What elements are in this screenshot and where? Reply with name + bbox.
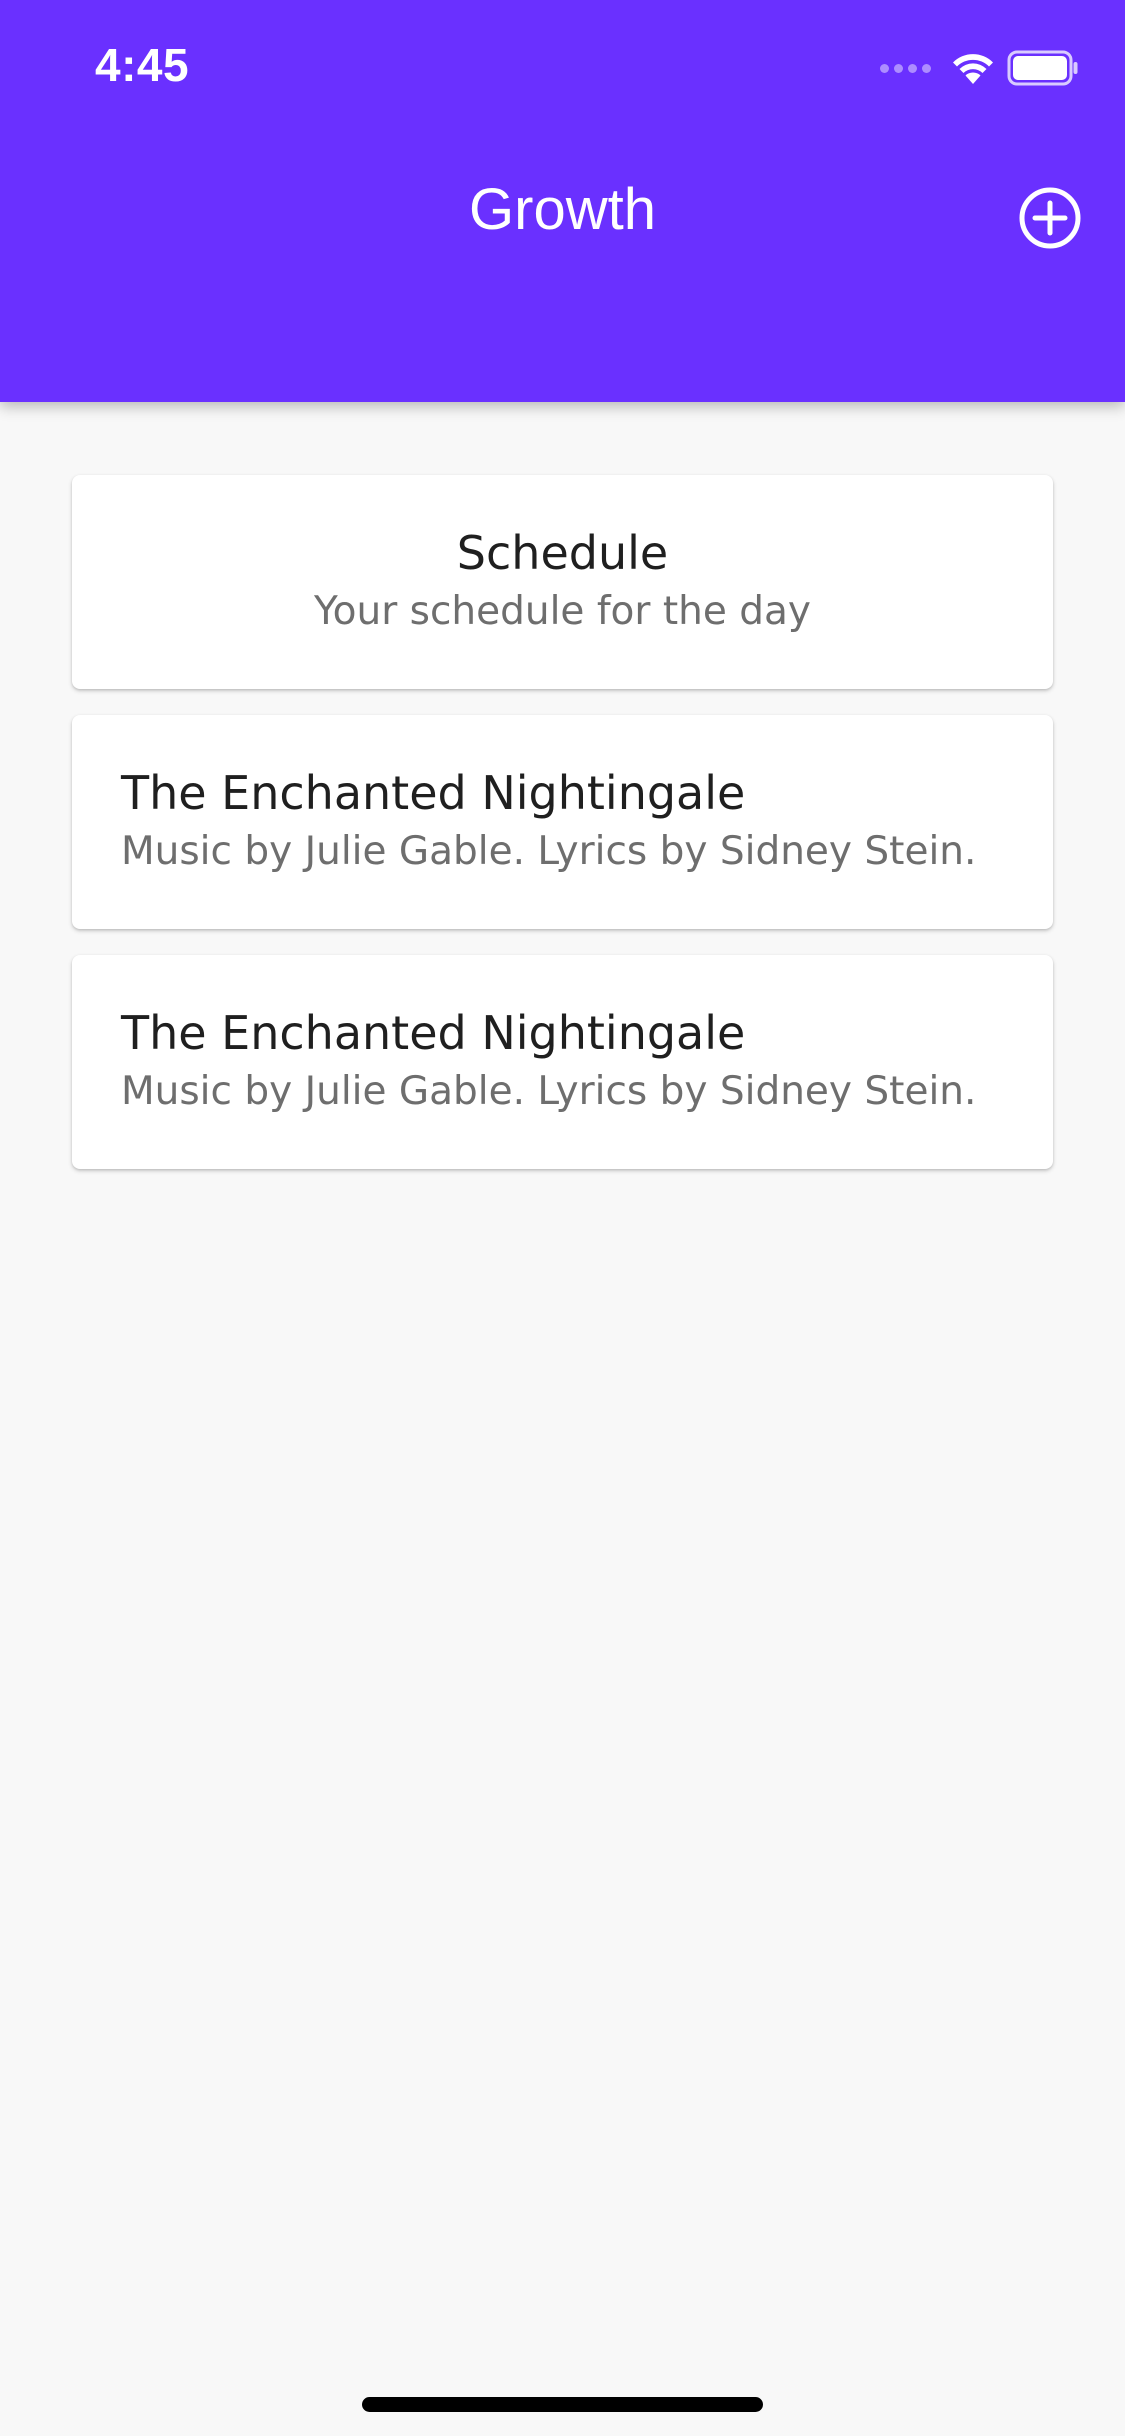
cellular-signal-icon xyxy=(880,63,931,73)
card-subtitle: Music by Julie Gable. Lyrics by Sidney S… xyxy=(121,829,977,874)
battery-icon xyxy=(1007,50,1078,86)
card-title: Schedule xyxy=(456,526,669,580)
card-title: The Enchanted Nightingale xyxy=(121,766,746,820)
card-list: Schedule Your schedule for the day The E… xyxy=(72,475,1053,1195)
app-bar: 4:45 Growth xyxy=(0,0,1125,402)
card-title: The Enchanted Nightingale xyxy=(121,1006,746,1060)
home-indicator xyxy=(362,2397,763,2412)
page-title: Growth xyxy=(469,177,656,242)
card-subtitle: Music by Julie Gable. Lyrics by Sidney S… xyxy=(121,1069,977,1114)
card-subtitle: Your schedule for the day xyxy=(314,589,811,634)
add-button[interactable] xyxy=(1015,183,1085,253)
status-time: 4:45 xyxy=(95,39,190,91)
schedule-card[interactable]: Schedule Your schedule for the day xyxy=(72,475,1053,689)
list-item[interactable]: The Enchanted Nightingale Music by Julie… xyxy=(72,715,1053,929)
plus-circle-icon xyxy=(1019,187,1081,249)
wifi-icon xyxy=(953,54,993,84)
status-icons xyxy=(880,50,1079,86)
list-item[interactable]: The Enchanted Nightingale Music by Julie… xyxy=(72,955,1053,1169)
